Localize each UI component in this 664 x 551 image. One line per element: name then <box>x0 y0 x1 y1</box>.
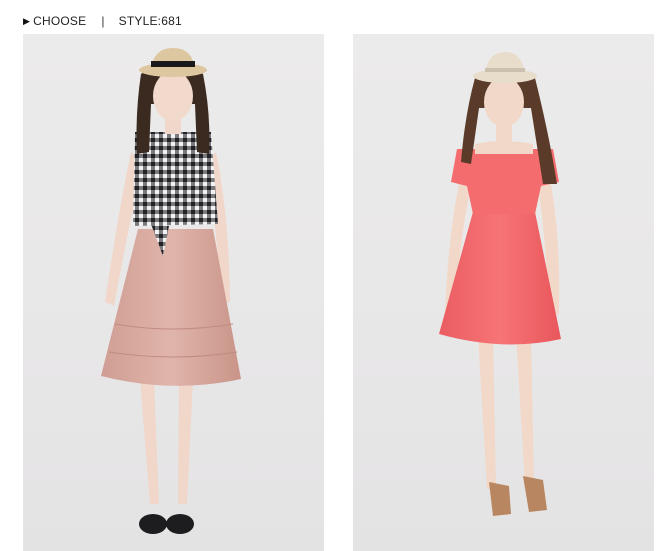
shoe-right <box>523 476 547 512</box>
model-gingham-illustration <box>101 48 241 534</box>
face <box>484 77 524 127</box>
play-triangle-icon: ▶ <box>23 15 31 26</box>
shoe-left <box>489 482 511 516</box>
product-photo-left[interactable] <box>23 34 324 551</box>
model-coral-dress-illustration <box>439 52 561 516</box>
style-label: STYLE:681 <box>118 14 182 28</box>
face <box>153 71 193 121</box>
product-photo-right[interactable] <box>353 34 654 551</box>
shoe-left <box>139 514 167 534</box>
header-bar: ▶ CHOOSE | STYLE:681 <box>23 12 182 30</box>
lookbook-page: ▶ CHOOSE | STYLE:681 <box>0 0 664 551</box>
shoe-right <box>166 514 194 534</box>
header-separator: | <box>101 14 105 28</box>
choose-label[interactable]: CHOOSE <box>33 14 86 28</box>
